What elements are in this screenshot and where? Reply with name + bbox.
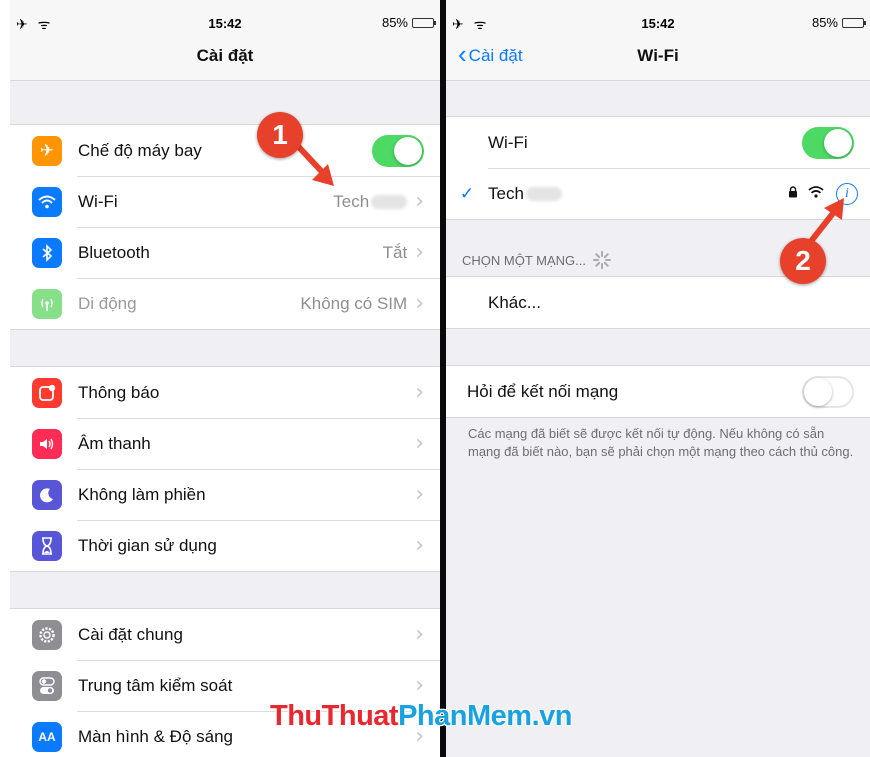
battery-status: 85% (381, 15, 436, 30)
other-network-label: Khác... (488, 292, 541, 312)
wifi-group-networks: Khác... (446, 276, 870, 329)
redacted-network-name (525, 187, 562, 202)
row-label: Âm thanh (78, 433, 151, 453)
notification-icon (32, 377, 62, 408)
settings-row-screen-time[interactable]: Thời gian sử dụng › (10, 520, 440, 571)
wifi-toggle[interactable] (802, 126, 854, 159)
navigation-bar: Cài đặt (10, 34, 440, 81)
page-title: Cài đặt (196, 46, 254, 65)
row-label: Trung tâm kiểm soát (78, 675, 233, 695)
wifi-label: Wi-Fi (488, 132, 528, 152)
antenna-icon (32, 288, 62, 319)
wifi-toggle-row[interactable]: Wi-Fi (446, 117, 870, 168)
airplane-icon: ✈ (32, 135, 62, 166)
battery-percent: 85% (811, 15, 838, 30)
chevron-right-icon: › (415, 291, 424, 316)
settings-row-notifications[interactable]: Thông báo › (10, 367, 440, 418)
hourglass-icon (32, 530, 62, 561)
settings-row-sounds[interactable]: Âm thanh › (10, 418, 440, 469)
settings-row-do-not-disturb[interactable]: Không làm phiền › (10, 469, 440, 520)
bluetooth-value: Tắt (382, 242, 408, 262)
lock-icon (788, 185, 798, 203)
settings-row-cellular[interactable]: Di động Không có SIM › (10, 278, 440, 329)
battery-icon (412, 17, 436, 28)
settings-row-bluetooth[interactable]: Bluetooth Tắt › (10, 227, 440, 278)
annotation-marker-2: 2 (780, 238, 826, 284)
settings-row-general[interactable]: Cài đặt chung › (10, 609, 440, 660)
chevron-right-icon: › (415, 189, 424, 214)
wifi-group-ask-join: Hỏi để kết nối mạng (446, 365, 870, 418)
chevron-right-icon: › (415, 482, 424, 507)
redacted-network-name (371, 195, 408, 210)
chevron-right-icon: › (415, 240, 424, 265)
airplane-mode-toggle[interactable] (372, 134, 424, 167)
status-time: 15:42 (208, 16, 242, 31)
ask-to-join-toggle[interactable] (802, 375, 854, 408)
settings-group-general: Cài đặt chung › Trung tâm kiểm soát › AA… (10, 608, 440, 757)
ask-to-join-label: Hỏi để kết nối mạng (467, 381, 619, 401)
watermark-logo: ThuThuatPhanMem.vn (270, 700, 572, 732)
checkmark-icon: ✓ (459, 183, 475, 203)
moon-icon (32, 479, 62, 510)
settings-group-notifications: Thông báo › Âm thanh › Không làm phiền › (10, 366, 440, 572)
cellular-value: Không có SIM (300, 293, 408, 313)
battery-icon (842, 17, 866, 28)
wifi-icon (32, 186, 62, 217)
battery-status: 85% (811, 15, 866, 30)
chevron-right-icon: › (415, 622, 424, 647)
row-label: Không làm phiền (78, 484, 206, 504)
status-time: 15:42 (641, 16, 675, 31)
gear-icon (32, 619, 62, 650)
screenshot-frame: ✈ ᯤ 15:42 85% Cài đặt ✈ Chế độ máy bay W… (0, 0, 870, 757)
loading-spinner-icon (592, 251, 611, 269)
ask-to-join-row[interactable]: Hỏi để kết nối mạng (446, 366, 870, 417)
settings-screen: ✈ ᯤ 15:42 85% Cài đặt ✈ Chế độ máy bay W… (10, 0, 440, 757)
ask-to-join-footer: Các mạng đã biết sẽ được kết nối tự động… (468, 426, 854, 459)
left-margin (0, 0, 10, 757)
chevron-right-icon: › (415, 673, 424, 698)
row-label: Di động (78, 293, 137, 313)
bluetooth-icon (32, 237, 62, 268)
settings-group-connectivity: ✈ Chế độ máy bay Wi-Fi Tech › Bluetooth (10, 124, 440, 330)
battery-percent: 85% (381, 15, 408, 30)
row-label: Thời gian sử dụng (78, 535, 217, 555)
chevron-right-icon: › (415, 380, 424, 405)
chevron-right-icon: › (415, 431, 424, 456)
speaker-icon (32, 428, 62, 459)
navigation-bar: ‹ Cài đặt Wi-Fi (446, 34, 870, 81)
wifi-screen: ✈ ᯤ 15:42 85% ‹ Cài đặt Wi-Fi Wi-Fi ✓ Te… (446, 0, 870, 757)
row-label: Cài đặt chung (78, 624, 183, 644)
chevron-right-icon: › (415, 533, 424, 558)
row-label: Thông báo (78, 382, 160, 402)
page-title: Wi-Fi (637, 46, 679, 65)
other-network-row[interactable]: Khác... (446, 277, 870, 328)
switches-icon (32, 670, 62, 701)
settings-row-wifi[interactable]: Wi-Fi Tech › (10, 176, 440, 227)
network-name: Tech (488, 184, 788, 204)
row-label: Bluetooth (78, 242, 150, 262)
choose-network-header: CHỌN MỘT MẠNG... (462, 250, 612, 270)
text-size-icon: AA (32, 721, 62, 752)
annotation-marker-1: 1 (257, 112, 303, 158)
settings-row-airplane-mode[interactable]: ✈ Chế độ máy bay (10, 125, 440, 176)
